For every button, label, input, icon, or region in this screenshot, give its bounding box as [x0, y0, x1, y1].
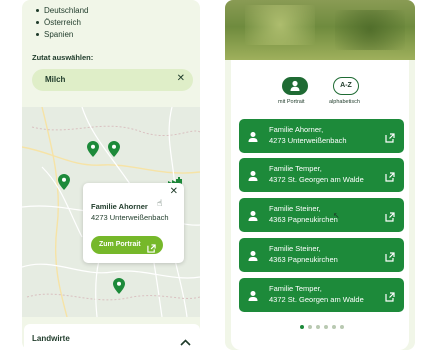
zutat-value: Milch — [45, 75, 66, 84]
pagination-dot[interactable] — [308, 325, 314, 329]
farm-list-item[interactable]: Familie Steiner, 4363 Papneukirchen ↖ — [239, 198, 404, 232]
person-icon — [247, 249, 259, 267]
external-link-icon — [385, 289, 395, 307]
farm-list-item[interactable]: Familie Temper, 4372 St. Georgen am Wald… — [239, 158, 404, 192]
pagination-dot[interactable] — [324, 325, 330, 329]
external-link-icon — [147, 240, 156, 258]
country-item[interactable]: Deutschland — [36, 6, 88, 15]
zum-portrait-button[interactable]: Zum Portrait — [91, 236, 163, 254]
toggle-label-alpha: alphabetisch — [329, 99, 360, 105]
chevron-up-icon[interactable] — [180, 333, 191, 350]
hand-cursor-icon: ☝ — [157, 198, 163, 208]
person-icon — [247, 169, 259, 187]
toggle-mit-portrait[interactable] — [282, 77, 308, 95]
country-item[interactable]: Österreich — [36, 18, 81, 27]
landwirte-accordion[interactable]: Landwirte — [24, 324, 200, 350]
person-icon — [290, 80, 300, 91]
zutat-select[interactable]: Milch ✕ — [32, 69, 193, 91]
farm-list-item[interactable]: Familie Steiner, 4363 Papneukirchen — [239, 238, 404, 272]
pagination-dot[interactable] — [316, 325, 322, 329]
popup-name: Familie Ahorner — [91, 202, 148, 211]
farm-list-item[interactable]: Familie Temper, 4372 St. Georgen am Wald… — [239, 278, 404, 312]
map-popup: ✕ ☝ Familie Ahorner 4273 Unterweißenbach… — [83, 183, 184, 263]
pagination-dot[interactable] — [300, 325, 306, 329]
external-link-icon — [385, 249, 395, 267]
toggle-alphabetisch[interactable]: A-Z — [333, 77, 359, 95]
person-icon — [247, 209, 259, 227]
map-pin-icon[interactable] — [108, 141, 120, 157]
az-icon: A-Z — [340, 82, 352, 89]
country-item[interactable]: Spanien — [36, 30, 73, 39]
external-link-icon — [385, 130, 395, 148]
map-view-panel: Deutschland Österreich Spanien Zutat aus… — [22, 0, 200, 350]
screen: Deutschland Österreich Spanien Zutat aus… — [0, 0, 422, 350]
map-pin-icon[interactable] — [58, 174, 70, 190]
popup-address: 4273 Unterweißenbach — [91, 213, 169, 222]
hero-image — [225, 0, 415, 60]
close-icon[interactable]: ✕ — [170, 186, 178, 197]
person-icon — [247, 289, 259, 307]
landwirte-label: Landwirte — [32, 334, 70, 343]
map-pin-icon[interactable] — [113, 278, 125, 294]
external-link-icon — [385, 209, 395, 227]
pagination-dot[interactable] — [332, 325, 338, 329]
close-icon[interactable]: ✕ — [177, 73, 185, 84]
person-icon — [247, 130, 259, 148]
zutat-label: Zutat auswählen: — [32, 53, 94, 62]
external-link-icon — [385, 169, 395, 187]
map-pin-icon[interactable] — [87, 141, 99, 157]
farm-list-item[interactable]: Familie Ahorner, 4273 Unterweißenbach — [239, 119, 404, 153]
pointer-cursor-icon: ↖ — [333, 211, 340, 220]
pagination-dot[interactable] — [340, 325, 346, 329]
toggle-label-portrait: mit Portrait — [278, 99, 305, 105]
